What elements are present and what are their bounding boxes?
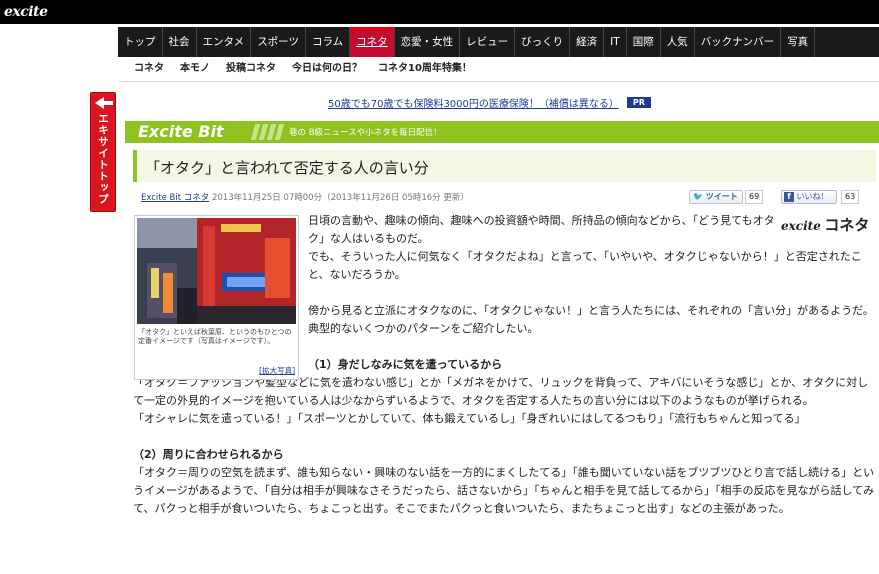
- nav-item-it[interactable]: IT: [604, 27, 627, 57]
- nav-item-international[interactable]: 国際: [627, 27, 661, 57]
- nav-item-society[interactable]: 社会: [163, 27, 197, 57]
- like-count: 63: [841, 190, 860, 204]
- nav-item-koneta-label: コネタ: [356, 36, 388, 48]
- stripe: [274, 124, 285, 140]
- enlarge-photo-link[interactable]: [拡大写真]: [259, 365, 295, 376]
- logo-text: excite: [4, 4, 48, 20]
- top-bar: excite: [0, 0, 879, 24]
- like-label: いいね！: [796, 192, 829, 201]
- section-banner: Excite Bit 巷の B級ニュースや小ネタを毎日配信！: [125, 121, 879, 143]
- arrow-shaft-icon: [103, 101, 113, 105]
- nav-item-sports[interactable]: スポーツ: [251, 27, 306, 57]
- nav-item-top[interactable]: トップ: [118, 27, 163, 57]
- excite-top-side-tab[interactable]: エキサイトトップ: [90, 92, 116, 212]
- nav-item-economy[interactable]: 経済: [570, 27, 605, 57]
- article-photo-box: 「オタク」といえば秋葉原、というのもひとつの定番イメージです（写真はイメージです…: [134, 215, 299, 380]
- nav-item-love[interactable]: 恋愛・女性: [395, 27, 461, 57]
- nav-item-backnumber[interactable]: バックナンバー: [695, 27, 782, 57]
- nav-item-popular[interactable]: 人気: [661, 27, 695, 57]
- tweet-count: 69: [745, 190, 764, 204]
- article-title: 「オタク」と言われて否定する人の言い分: [145, 159, 429, 177]
- twitter-bird-icon: 🐦: [693, 192, 703, 201]
- subnav-item-koneta[interactable]: コネタ: [134, 58, 164, 81]
- excite-logo[interactable]: excite: [4, 4, 48, 20]
- main-nav: トップ 社会 エンタメ スポーツ コラム コネタ 恋愛・女性 レビュー びっくり…: [118, 27, 879, 57]
- ad-banner: 50歳でも70歳でも保険料3000円の医療保険！（補償は異なる） PR: [328, 95, 688, 110]
- brand-excite: excite: [781, 219, 821, 233]
- photo-caption: 「オタク」といえば秋葉原、というのもひとつの定番イメージです（写真はイメージです…: [138, 328, 292, 345]
- subnav-item-toko-koneta[interactable]: 投稿コネタ: [226, 58, 276, 81]
- excite-koneta-brand[interactable]: excite コネタ: [781, 214, 877, 236]
- section-2-heading: （2）周りに合わせられるから: [133, 448, 284, 461]
- nav-item-column[interactable]: コラム: [306, 27, 351, 57]
- sub-nav: コネタ 本モノ 投稿コネタ 今日は何の日？ コネタ10周年特集！: [118, 58, 879, 82]
- nav-item-review[interactable]: レビュー: [460, 27, 516, 57]
- like-button[interactable]: f いいね！: [781, 190, 837, 204]
- section-2-text: 「オタク＝周りの空気を読まず、誰も知らない・興味のない話を一方的にまくしたてる」…: [133, 466, 875, 515]
- subnav-item-10th[interactable]: コネタ10周年特集！: [378, 58, 472, 81]
- source-link[interactable]: Excite Bit コネタ: [141, 193, 209, 203]
- side-tab-label: エキサイトトップ: [97, 113, 109, 205]
- photo-image: [137, 218, 296, 324]
- article-date: 2013年11月25日 07時00分（2013年11月26日 05時16分 更新…: [211, 193, 469, 203]
- article-title-box: 「オタク」と言われて否定する人の言い分: [133, 150, 876, 182]
- stripes-decoration: [250, 124, 285, 140]
- tweet-label: ツイート: [705, 192, 738, 201]
- akihabara-photo[interactable]: [137, 218, 296, 324]
- ad-link[interactable]: 50歳でも70歳でも保険料3000円の医療保険！（補償は異なる）: [328, 95, 619, 110]
- section-title[interactable]: Excite Bit: [138, 122, 224, 141]
- nav-item-photo[interactable]: 写真: [781, 27, 816, 57]
- nav-item-bikkuri[interactable]: びっくり: [515, 27, 571, 57]
- section-tagline: 巷の B級ニュースや小ネタを毎日配信！: [289, 128, 442, 138]
- facebook-icon: f: [784, 191, 794, 202]
- tweet-button[interactable]: 🐦 ツイート: [689, 190, 743, 204]
- brand-koneta: コネタ: [824, 216, 870, 234]
- pr-badge: PR: [626, 96, 651, 108]
- nav-item-entertainment[interactable]: エンタメ: [197, 27, 252, 57]
- nav-item-koneta[interactable]: コネタ: [350, 27, 395, 57]
- section-1-quote: 「オシャレに気を遣っている！」「スポーツとかしていて、体も鍛えているし」「身ぎれ…: [133, 412, 806, 425]
- subnav-item-honmono[interactable]: 本モノ: [180, 58, 210, 81]
- subnav-item-today[interactable]: 今日は何の日？: [292, 58, 362, 81]
- article-meta: Excite Bit コネタ 2013年11月25日 07時00分（2013年1…: [141, 191, 469, 203]
